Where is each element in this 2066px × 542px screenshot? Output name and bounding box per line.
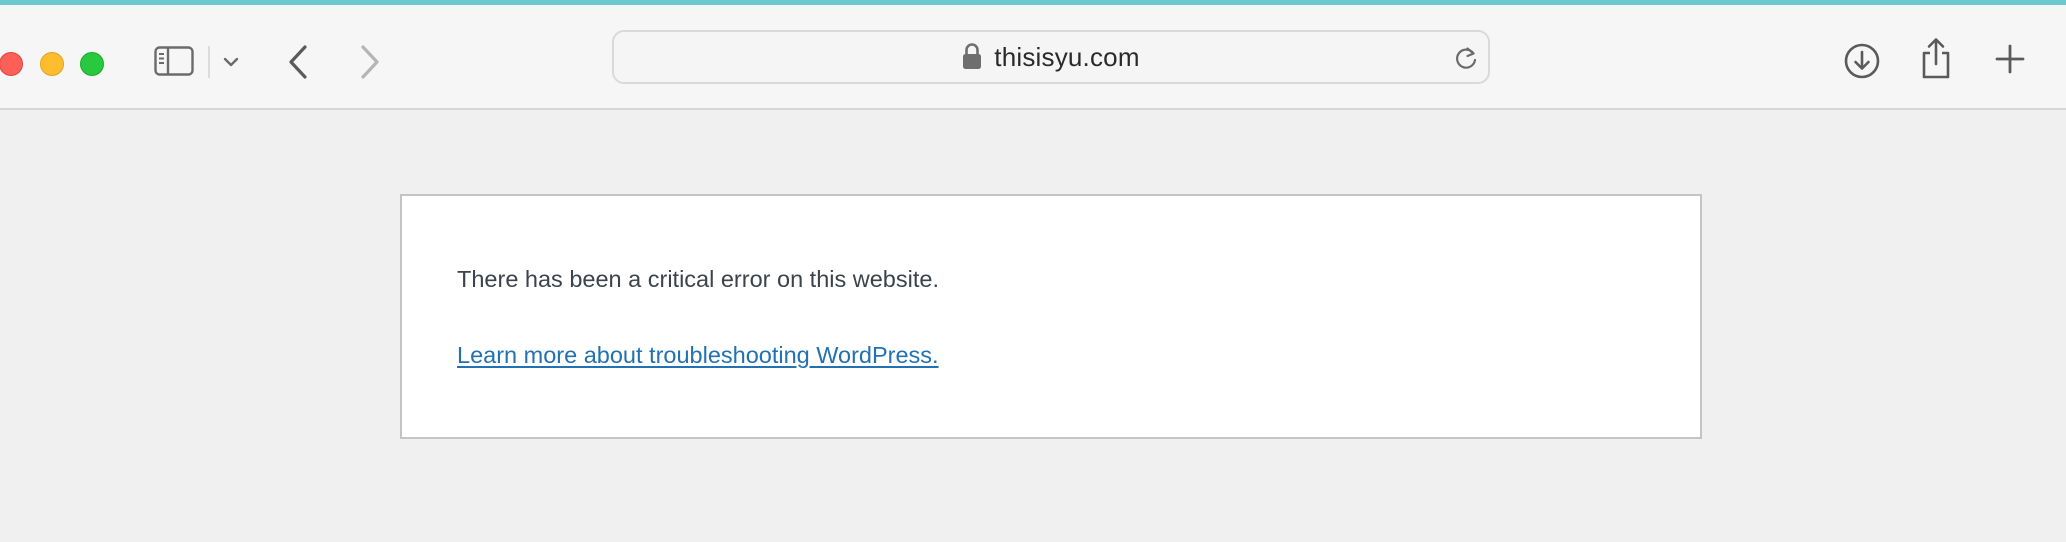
error-message: There has been a critical error on this … <box>457 266 939 292</box>
sidebar-icon <box>154 46 194 76</box>
address-bar[interactable]: thisisyu.com <box>612 30 1490 84</box>
share-icon <box>1922 38 1950 79</box>
error-message-box: There has been a critical error on this … <box>400 194 1702 439</box>
sidebar-toggle-button[interactable] <box>152 43 196 79</box>
minimize-window-button[interactable] <box>40 52 64 76</box>
back-button[interactable] <box>280 41 316 83</box>
url-text: thisisyu.com <box>994 41 1140 72</box>
troubleshooting-link[interactable]: Learn more about troubleshooting WordPre… <box>457 342 939 369</box>
chevron-right-icon <box>361 45 379 79</box>
share-button[interactable] <box>1918 35 1954 81</box>
reload-icon <box>1456 47 1477 69</box>
tab-group-menu-button[interactable] <box>218 47 244 77</box>
download-icon <box>1844 43 1880 79</box>
reload-button[interactable] <box>1452 44 1480 72</box>
lock-icon <box>963 43 982 69</box>
forward-button[interactable] <box>352 41 388 83</box>
plus-icon <box>1995 44 2025 74</box>
downloads-button[interactable] <box>1843 42 1881 80</box>
new-tab-button[interactable] <box>1994 43 2026 75</box>
chevron-left-icon <box>289 45 307 79</box>
toolbar-divider <box>208 46 210 78</box>
maximize-window-button[interactable] <box>80 52 104 76</box>
browser-toolbar: thisisyu.com <box>0 5 2066 110</box>
close-window-button[interactable] <box>0 52 23 76</box>
chevron-down-icon <box>223 57 239 67</box>
